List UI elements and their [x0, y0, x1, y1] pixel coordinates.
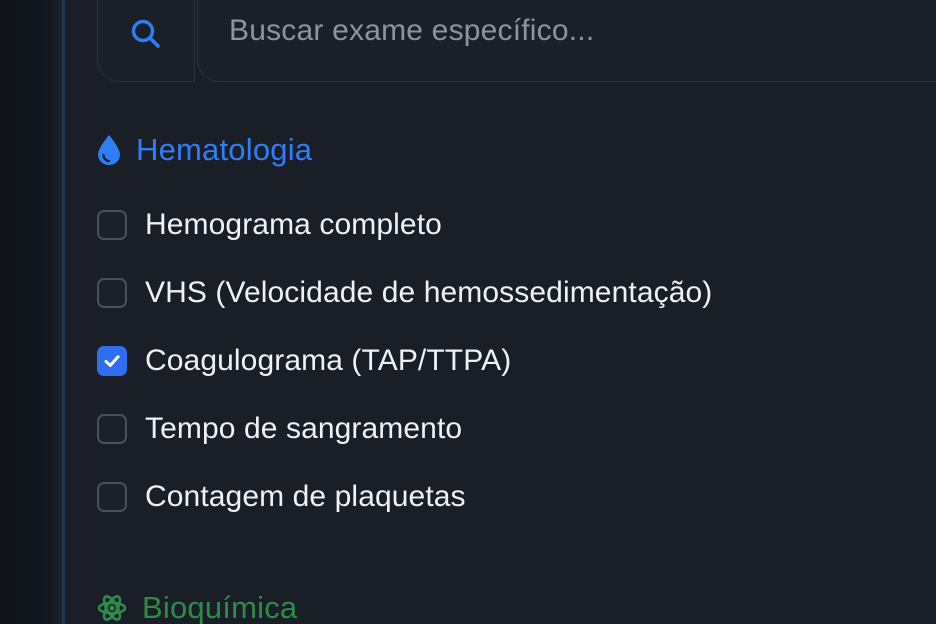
exam-option-label: VHS (Velocidade de hemossedimentação) [145, 276, 713, 309]
section-title-hematologia: Hematologia [96, 132, 312, 168]
search-placeholder: Buscar exame específico... [229, 14, 595, 47]
exam-option-coagulograma[interactable]: Coagulograma (TAP/TTPA) [97, 344, 511, 378]
exam-option-label: Contagem de plaquetas [145, 480, 466, 513]
search-button[interactable] [97, 0, 195, 82]
checkbox[interactable] [97, 278, 127, 308]
section-title-label: Hematologia [136, 132, 313, 167]
checkmark-icon [104, 355, 120, 367]
search-icon [131, 19, 160, 48]
exam-option-plaquetas[interactable]: Contagem de plaquetas [97, 480, 466, 514]
exam-option-label: Coagulograma (TAP/TTPA) [145, 344, 512, 377]
droplet-icon [96, 134, 122, 166]
exam-option-hemograma[interactable]: Hemograma completo [97, 208, 442, 242]
checkbox-checked[interactable] [97, 346, 127, 376]
exam-option-label: Tempo de sangramento [145, 412, 463, 445]
exam-option-label: Hemograma completo [145, 208, 442, 241]
exam-panel [65, 0, 936, 624]
exam-selection-page: Buscar exame específico... Hematologia H… [0, 0, 936, 624]
section-title-bioquimica: Bioquímica [96, 590, 297, 624]
left-gutter [0, 0, 62, 624]
exam-option-vhs[interactable]: VHS (Velocidade de hemossedimentação) [97, 276, 712, 310]
checkbox[interactable] [97, 414, 127, 444]
exam-option-tempo-sangramento[interactable]: Tempo de sangramento [97, 412, 462, 446]
section-title-label: Bioquímica [142, 590, 298, 624]
checkbox[interactable] [97, 210, 127, 240]
atom-icon [96, 592, 128, 624]
checkbox[interactable] [97, 482, 127, 512]
